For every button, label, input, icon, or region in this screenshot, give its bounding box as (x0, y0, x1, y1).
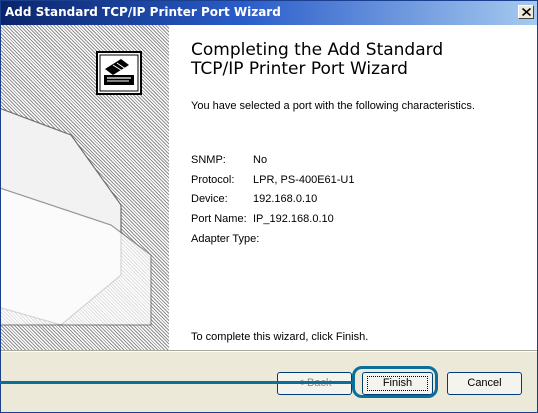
callout-pointer-line (0, 381, 352, 384)
property-label: Adapter Type: (191, 233, 260, 245)
title-bar[interactable]: Add Standard TCP/IP Printer Port Wizard (1, 1, 537, 25)
property-value: 192.168.0.10 (253, 193, 318, 205)
window-title: Add Standard TCP/IP Printer Port Wizard (5, 5, 281, 19)
printer-wizard-icon (1, 51, 152, 326)
property-label: Protocol: (191, 174, 235, 186)
close-icon (522, 8, 531, 16)
page-title-line1: Completing the Add Standard (191, 40, 444, 60)
button-area-divider (1, 350, 537, 352)
wizard-content: Completing the Add Standard TCP/IP Print… (169, 25, 537, 350)
property-label: SNMP: (191, 154, 226, 166)
finish-highlight-ring (352, 366, 438, 398)
close-button[interactable] (518, 5, 534, 19)
property-label: Port Name: (191, 213, 247, 225)
cancel-button[interactable]: Cancel (447, 372, 522, 395)
property-value: IP_192.168.0.10 (253, 213, 334, 225)
page-title: Completing the Add Standard TCP/IP Print… (191, 41, 531, 79)
wizard-dialog: Add Standard TCP/IP Printer Port Wizard (0, 0, 538, 413)
wizard-sidebar-banner (1, 25, 169, 350)
property-label: Device: (191, 193, 228, 205)
intro-text: You have selected a port with the follow… (191, 100, 475, 112)
completion-instruction: To complete this wizard, click Finish. (191, 331, 369, 343)
page-title-line2: TCP/IP Printer Port Wizard (191, 59, 408, 79)
property-value: No (253, 154, 268, 166)
property-value: LPR, PS-400E61-U1 (253, 174, 355, 186)
